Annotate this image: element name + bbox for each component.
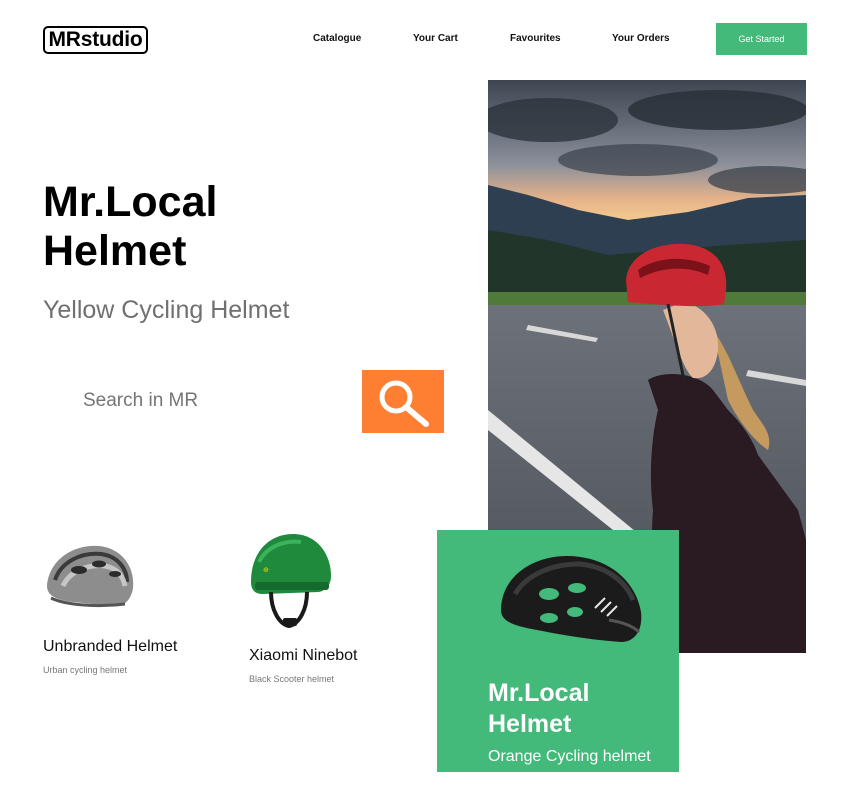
- product-name-unbranded-helmet[interactable]: Unbranded Helmet: [43, 638, 177, 656]
- product-image-unbranded-helmet[interactable]: [43, 540, 135, 617]
- product-desc-xiaomi-ninebot: Black Scooter helmet: [249, 674, 335, 684]
- product-name-xiaomi-ninebot[interactable]: Xiaomi Ninebot: [249, 647, 358, 665]
- nav-catalogue[interactable]: Catalogue: [313, 33, 361, 44]
- product-desc-unbranded-helmet: Urban cycling helmet: [43, 665, 128, 675]
- get-started-button[interactable]: Get Started: [716, 23, 807, 55]
- featured-subtitle: Orange Cycling helmet: [488, 748, 651, 765]
- featured-title: Mr.Local Helmet: [488, 679, 590, 738]
- nav-favourites[interactable]: Favourites: [510, 33, 561, 44]
- hero-subtitle: Yellow Cycling Helmet: [43, 296, 290, 324]
- featured-product-card[interactable]: Mr.Local Helmet Orange Cycling helmet: [437, 530, 679, 772]
- svg-text:⊕: ⊕: [263, 567, 269, 574]
- product-image-xiaomi-ninebot[interactable]: ⊕: [249, 532, 333, 635]
- featured-helmet-image: [501, 556, 642, 642]
- nav-your-cart[interactable]: Your Cart: [413, 33, 458, 44]
- search-icon: [379, 380, 429, 427]
- brand-logo[interactable]: MRstudio: [43, 26, 148, 54]
- nav-your-orders[interactable]: Your Orders: [612, 33, 670, 44]
- search-button[interactable]: [362, 370, 444, 433]
- hero-title: Mr.Local Helmet: [43, 178, 218, 275]
- search-input[interactable]: [83, 390, 333, 412]
